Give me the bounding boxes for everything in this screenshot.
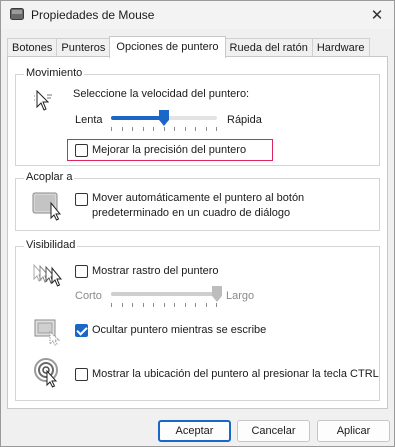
- fast-label: Rápida: [227, 114, 262, 126]
- slow-label: Lenta: [75, 114, 103, 126]
- show-location-ctrl-label[interactable]: Mostrar la ubicación del puntero al pres…: [92, 368, 379, 380]
- tab-opciones-de-puntero[interactable]: Opciones de puntero: [109, 36, 226, 58]
- slider-tick: [216, 127, 217, 131]
- hide-pointer-typing-icon: [34, 319, 61, 346]
- slider-tick: [153, 127, 154, 131]
- slider-tick: [164, 127, 165, 131]
- precision-checkbox[interactable]: [75, 144, 88, 157]
- slider-tick: [122, 127, 123, 131]
- slider-tick: [195, 303, 196, 307]
- window-title: Propiedades de Mouse: [31, 8, 155, 22]
- slider-tick: [164, 303, 165, 307]
- hide-pointer-typing-checkbox[interactable]: [75, 324, 88, 337]
- tab-botones[interactable]: Botones: [7, 38, 58, 58]
- slider-tick: [143, 303, 144, 307]
- slider-tick: [143, 127, 144, 131]
- accept-button[interactable]: Aceptar: [158, 420, 231, 442]
- slider-tick: [195, 127, 196, 131]
- group-title-visibilidad: Visibilidad: [24, 239, 78, 251]
- snap-label-line1[interactable]: Mover automáticamente el puntero al botó…: [92, 192, 304, 204]
- speed-slider-fill: [111, 116, 164, 120]
- slider-tick: [111, 303, 112, 307]
- tab-hardware[interactable]: Hardware: [311, 38, 370, 58]
- slider-tick: [111, 127, 112, 131]
- tab-rueda-del-raton[interactable]: Rueda del ratón: [224, 38, 313, 58]
- slider-tick: [174, 127, 175, 131]
- mouse-properties-dialog: Propiedades de Mouse ✕ Botones Punteros …: [0, 0, 395, 447]
- slider-tick: [132, 127, 133, 131]
- tab-punteros[interactable]: Punteros: [56, 38, 111, 58]
- group-title-acoplar: Acoplar a: [24, 171, 75, 183]
- trails-slider-fill: [111, 292, 217, 296]
- mouse-app-icon: [10, 8, 24, 20]
- slider-tick: [122, 303, 123, 307]
- show-location-ctrl-checkbox[interactable]: [75, 368, 88, 381]
- pointer-trails-icon: [33, 263, 63, 287]
- group-acoplar: Acoplar a: [15, 171, 380, 231]
- speed-label: Seleccione la velocidad del puntero:: [73, 88, 250, 100]
- speed-slider-ticks: [111, 127, 217, 132]
- slider-tick: [206, 127, 207, 131]
- pointer-trails-checkbox[interactable]: [75, 265, 88, 278]
- slider-tick: [153, 303, 154, 307]
- title-bar[interactable]: Propiedades de Mouse ✕: [1, 1, 394, 29]
- slider-tick: [185, 127, 186, 131]
- ctrl-locate-pointer-icon: [34, 358, 58, 388]
- slider-tick: [132, 303, 133, 307]
- apply-button[interactable]: Aplicar: [317, 420, 390, 442]
- slider-tick: [216, 303, 217, 307]
- tab-bar: Botones Punteros Opciones de puntero Rue…: [7, 36, 370, 58]
- precision-label[interactable]: Mejorar la precisión del puntero: [92, 144, 246, 156]
- pointer-trails-label[interactable]: Mostrar rastro del puntero: [92, 265, 219, 277]
- slider-tick: [206, 303, 207, 307]
- snap-to-default-checkbox[interactable]: [75, 193, 88, 206]
- slider-tick: [174, 303, 175, 307]
- hide-pointer-typing-label[interactable]: Ocultar puntero mientras se escribe: [92, 324, 266, 336]
- snap-label-line2[interactable]: predeterminado en un cuadro de diálogo: [92, 207, 290, 219]
- cancel-button[interactable]: Cancelar: [237, 420, 310, 442]
- snap-to-button-icon: [32, 192, 62, 221]
- trails-slider-track[interactable]: [111, 292, 217, 296]
- slider-tick: [185, 303, 186, 307]
- trails-slider-ticks: [111, 303, 217, 308]
- long-label: Largo: [226, 290, 255, 302]
- close-button[interactable]: ✕: [360, 1, 394, 29]
- close-icon: ✕: [370, 7, 384, 24]
- pointer-speed-icon: [34, 89, 52, 111]
- short-label: Corto: [75, 290, 102, 302]
- group-title-movimiento: Movimiento: [24, 67, 85, 79]
